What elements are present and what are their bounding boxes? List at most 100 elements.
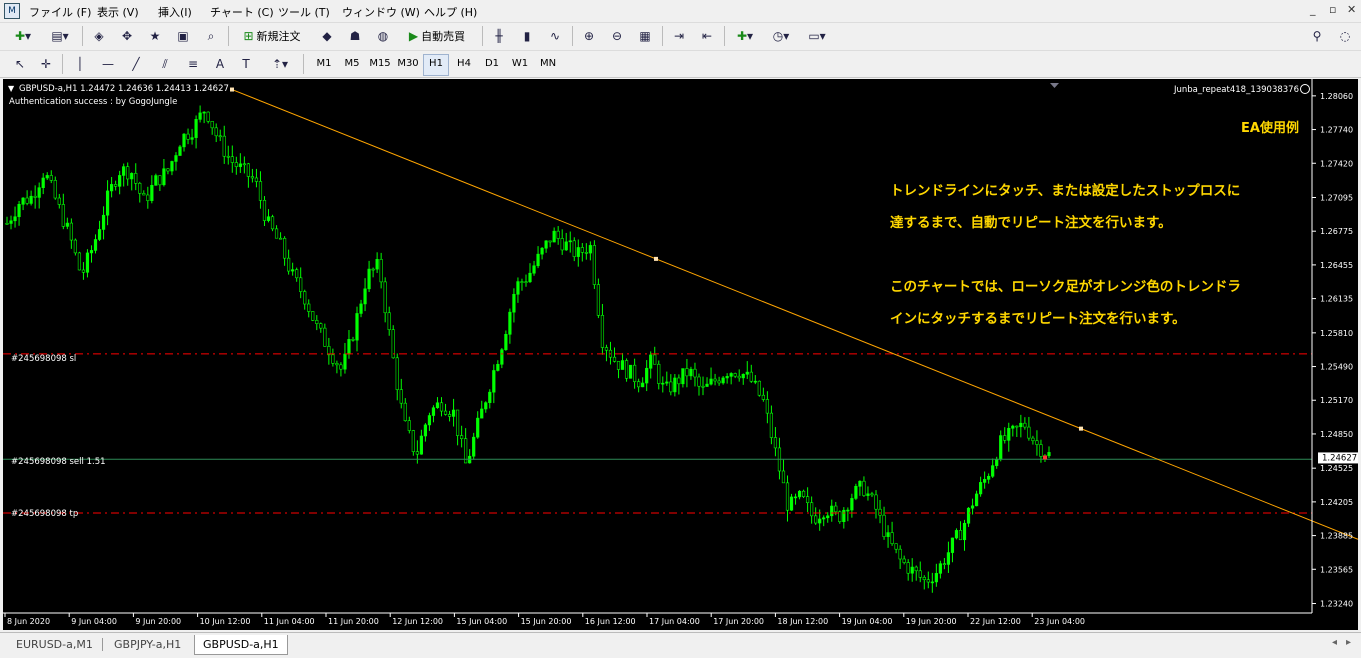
signals-icon[interactable]: ☗ <box>344 25 366 47</box>
restore-icon[interactable]: ▫ <box>1329 3 1336 16</box>
candle-body <box>407 420 411 431</box>
zoom-in-icon[interactable]: ⊕ <box>578 25 600 47</box>
vertical-line-icon[interactable]: │ <box>70 53 90 75</box>
terminal-icon[interactable]: ▣ <box>172 25 194 47</box>
tab-gbpusd[interactable]: GBPUSD-a,H1 <box>194 635 288 655</box>
candle-body <box>999 435 1003 460</box>
market-watch-icon[interactable]: ◈ <box>88 25 110 47</box>
templates-icon[interactable]: ▭▾ <box>802 25 832 47</box>
timeframe-w1[interactable]: W1 <box>507 54 533 74</box>
metaeditor-icon[interactable]: ◆ <box>316 25 338 47</box>
periods-icon[interactable]: ◷▾ <box>766 25 796 47</box>
menu-help[interactable]: ヘルプ (H) <box>424 4 477 20</box>
tab-scroll-left-icon[interactable]: ◂ <box>1332 637 1337 648</box>
trendline-icon[interactable]: ╱ <box>126 53 146 75</box>
fibonacci-icon[interactable]: ≡ <box>182 53 204 75</box>
bar-chart-icon[interactable]: ╫ <box>488 25 510 47</box>
strategy-tester-icon[interactable]: ⌕ <box>200 25 222 47</box>
trendline-handle[interactable] <box>230 87 234 92</box>
candle-body <box>516 281 520 295</box>
profiles-icon[interactable]: ▤▾ <box>46 25 74 47</box>
menu-tools[interactable]: ツール (T) <box>278 4 330 20</box>
candle-body <box>653 354 657 365</box>
candle-body <box>902 558 906 563</box>
candle-body <box>492 370 496 393</box>
menu-view[interactable]: 表示 (V) <box>97 4 139 20</box>
timeframe-m15[interactable]: M15 <box>367 54 393 74</box>
y-tick-label: 1.25810 <box>1320 329 1353 338</box>
candle-body <box>222 135 226 157</box>
new-chart-icon[interactable]: ✚ ▾ <box>8 25 38 47</box>
timeframe-mn[interactable]: MN <box>535 54 561 74</box>
menu-window[interactable]: ウィンドウ (W) <box>342 4 420 20</box>
candle-body <box>142 193 146 196</box>
app-icon[interactable]: M <box>4 3 20 19</box>
candle-body <box>745 371 749 375</box>
y-tick-label: 1.23885 <box>1320 532 1353 541</box>
candle-body <box>560 238 564 251</box>
line-chart-icon[interactable]: ∿ <box>544 25 566 47</box>
candle-body <box>174 155 178 162</box>
candle-body <box>170 161 174 172</box>
crosshair-icon[interactable]: ✛ <box>36 53 56 75</box>
collapse-triangle-icon[interactable]: ▼ <box>8 84 15 93</box>
trendline-handle[interactable] <box>1079 426 1083 431</box>
y-tick-label: 1.28060 <box>1320 92 1353 101</box>
candle-body <box>970 505 975 509</box>
candle-body <box>797 490 802 498</box>
close-icon[interactable]: ✕ <box>1347 3 1356 16</box>
candle-body <box>946 552 951 565</box>
minimize-icon[interactable]: _ <box>1310 3 1316 16</box>
navigator-icon[interactable]: ★ <box>144 25 166 47</box>
auto-trading-button[interactable]: ▶ 自動売買 <box>398 25 476 47</box>
zoom-out-icon[interactable]: ⊖ <box>606 25 628 47</box>
chart-window[interactable]: 1.28060 1.27740 1.27420 1.27095 1.26775 1.264… <box>3 79 1358 630</box>
tab-eurusd[interactable]: EURUSD-a,M1 <box>8 635 101 654</box>
trendline-handle[interactable] <box>654 256 658 261</box>
timeframe-m30[interactable]: M30 <box>395 54 421 74</box>
candle-body <box>532 265 536 274</box>
timeframe-d1[interactable]: D1 <box>479 54 505 74</box>
chat-icon[interactable]: ◌ <box>1334 25 1356 47</box>
y-tick-label: 1.24525 <box>1320 464 1353 473</box>
menu-insert[interactable]: 挿入(I) <box>158 4 192 20</box>
menu-file[interactable]: ファイル (F) <box>29 4 91 20</box>
timeframe-m1[interactable]: M1 <box>311 54 337 74</box>
horizontal-line-icon[interactable]: — <box>98 53 118 75</box>
new-order-button[interactable]: ⊞ 新規注文 <box>234 25 310 47</box>
market-icon[interactable]: ◍ <box>372 25 394 47</box>
candle-body <box>150 184 154 201</box>
candle-body <box>1031 437 1035 442</box>
candle-body <box>415 451 419 455</box>
timeframe-h1[interactable]: H1 <box>423 54 449 76</box>
tab-gbpjpy[interactable]: GBPJPY-a,H1 <box>106 635 189 654</box>
candle-body <box>649 354 653 369</box>
cursor-icon[interactable]: ↖ <box>10 53 30 75</box>
timeframe-h4[interactable]: H4 <box>451 54 477 74</box>
candle-body <box>234 162 238 167</box>
text-icon[interactable]: A <box>210 53 230 75</box>
text-label-icon[interactable]: T <box>236 53 256 75</box>
annotation-line: インにタッチするまでリピート注文を行います。 <box>890 310 1186 327</box>
candle-body <box>705 383 709 387</box>
arrows-icon[interactable]: ⇡▾ <box>264 53 296 75</box>
candle-body <box>789 496 794 511</box>
indicators-icon[interactable]: ✚ ▾ <box>730 25 760 47</box>
data-window-icon[interactable]: ✥ <box>116 25 138 47</box>
y-tick-label: 1.24205 <box>1320 498 1353 507</box>
tab-scroll-right-icon[interactable]: ▸ <box>1346 637 1351 648</box>
y-tick-label: 1.23565 <box>1320 565 1353 574</box>
candle-body <box>21 197 25 205</box>
candle-body <box>576 247 580 257</box>
search-icon[interactable]: ⚲ <box>1306 25 1328 47</box>
price-chart[interactable]: 1.28060 1.27740 1.27420 1.27095 1.26775 1.264… <box>3 79 1358 630</box>
tile-windows-icon[interactable]: ▦ <box>634 25 656 47</box>
chart-shift-icon[interactable]: ⇤ <box>696 25 718 47</box>
menu-chart[interactable]: チャート (C) <box>210 4 274 20</box>
equidistant-channel-icon[interactable]: ⫽ <box>154 53 176 75</box>
candle-body <box>958 530 963 541</box>
candlestick-icon[interactable]: ▮ <box>516 25 538 47</box>
timeframe-m5[interactable]: M5 <box>339 54 365 74</box>
autoscroll-icon[interactable]: ⇥ <box>668 25 690 47</box>
candle-body <box>33 195 37 198</box>
